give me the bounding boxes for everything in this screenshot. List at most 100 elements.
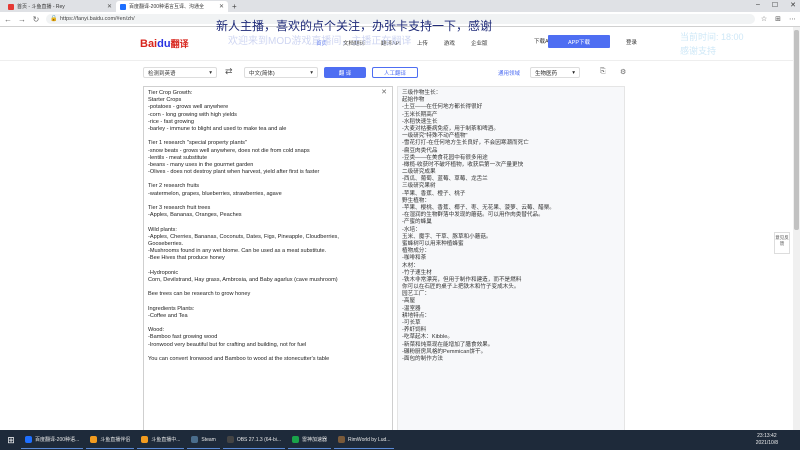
target-language-select[interactable]: 中文(简体) ▾: [244, 67, 318, 78]
source-line: Tier 1 research "special property plants…: [148, 140, 247, 147]
menu-icon[interactable]: ⋯: [789, 15, 796, 23]
source-line: [148, 298, 388, 305]
taskbar-clock[interactable]: 23:13:42 2021/10/8: [756, 433, 778, 447]
source-line: Gooseberries.: [148, 240, 184, 247]
source-line: -Olives - does not destroy plant when ha…: [148, 169, 320, 176]
source-line: Starter Crops: [148, 97, 182, 104]
source-line: Wild plants:: [148, 226, 177, 233]
app-icon: [25, 436, 32, 443]
refresh-icon[interactable]: ↻: [32, 15, 40, 24]
nav-item[interactable]: 上传: [417, 39, 428, 47]
close-tab-icon[interactable]: ✕: [219, 3, 224, 10]
translation-line: -土豆——在任何地方都长得很好: [402, 104, 483, 111]
forward-icon[interactable]: →: [18, 15, 26, 24]
taskbar-app-label: 斗鱼直播伴侣: [100, 437, 131, 443]
taskbar-app-label: OBS 27.1.3 (64-bi...: [236, 436, 282, 443]
taskbar-app[interactable]: 斗鱼直播伴侣: [86, 431, 135, 449]
taskbar-app[interactable]: OBS 27.1.3 (64-bi...: [222, 431, 286, 449]
translate-button[interactable]: 翻 译: [324, 67, 366, 78]
logo-text: Bai: [140, 38, 158, 50]
export-icon[interactable]: ⎘: [600, 68, 606, 76]
chevron-down-icon: ▾: [209, 69, 212, 76]
translation-line: -玉米长期高产: [402, 111, 438, 118]
source-line: -Apples, Bananas, Oranges, Peaches: [148, 212, 242, 219]
minimize-icon[interactable]: –: [756, 1, 760, 9]
star-icon[interactable]: ☆: [761, 15, 767, 23]
scrollbar-thumb[interactable]: [794, 30, 799, 230]
source-line: Bee trees can be research to grow honey: [148, 291, 251, 298]
translation-line: 三级研究果树: [402, 183, 436, 190]
page-scrollbar[interactable]: [793, 27, 800, 430]
app-download-button[interactable]: APP下载: [548, 35, 610, 48]
maximize-icon[interactable]: ☐: [772, 1, 778, 9]
source-line: -beans - many uses in the gourmet garden: [148, 161, 254, 168]
clock-date: 2021/10/8: [755, 440, 778, 446]
translation-line: 三级作物生长：: [402, 90, 442, 96]
domain-select[interactable]: 生物医药 ▾: [530, 67, 580, 78]
url-text: https://fanyi.baidu.com/#en/zh/: [60, 16, 135, 22]
translation-line: 园艺工厂：: [402, 291, 430, 298]
taskbar-app[interactable]: Steam: [187, 431, 220, 449]
source-line: -watermelon, grapes, blueberries, strawb…: [148, 190, 282, 197]
source-line: [148, 284, 388, 291]
translation-line: -苹果、香蕉、橙子、桃子: [402, 190, 466, 197]
translation-line: -扁豆肉类代品: [402, 147, 438, 154]
translation-line: 耕地特点：: [402, 312, 430, 319]
translation-line: -新菜和炖菜现在能增加了膳食效果。: [402, 341, 494, 348]
tab-baidu-translate[interactable]: 百度翻译-200种语言互译、沟通全 ✕: [116, 1, 228, 12]
translation-line: -温室器: [402, 305, 421, 312]
source-line: -rice - fast growing: [148, 118, 195, 125]
app-icon: [141, 436, 149, 443]
source-line: Wood:: [148, 327, 165, 334]
translation-line: -可长草: [402, 320, 421, 326]
source-language-select[interactable]: 检测到英语 ▾: [143, 67, 217, 78]
app-icon: [90, 436, 98, 443]
stream-overlay-side-text: 当前时间: 18:00: [680, 32, 744, 42]
translation-line: -咖啡和茶: [402, 255, 427, 262]
translation-text: 三级作物生长： 起始作物 -土豆——在任何地方都长得很好 -玉米长期高产 -水稻快速生长…: [402, 90, 620, 363]
source-line: Tier 3 research fruit trees: [148, 205, 211, 211]
login-link[interactable]: 登录: [626, 38, 637, 46]
taskbar-app[interactable]: RimWorld by Lud...: [334, 431, 395, 449]
translation-line: -豆类——在美食花园中有很多用途: [402, 154, 488, 161]
translation-line: 野生植物：: [402, 197, 430, 204]
new-tab-icon[interactable]: +: [232, 1, 237, 12]
swap-languages-icon[interactable]: ⇄: [225, 66, 233, 77]
baidu-translate-logo[interactable]: Baidu翻译: [140, 37, 189, 50]
translation-line: -雪花打打-在任何地方生长良好，不会因寒潮而死亡: [402, 140, 529, 147]
clear-text-icon[interactable]: ✕: [381, 88, 387, 96]
source-line: Corn, Devilstrand, Hay grass, Ambrosia, …: [148, 276, 338, 283]
taskbar-app[interactable]: 斗鱼直播中...: [137, 431, 185, 449]
lock-icon: 🔒: [50, 16, 58, 22]
source-line: [148, 219, 388, 226]
nav-item[interactable]: 企业版: [471, 39, 488, 47]
translation-line: 蜜蜂树可以用来种植蜂蜜: [402, 240, 464, 247]
back-icon[interactable]: ←: [4, 15, 12, 24]
domain-label: 通用领域: [498, 71, 521, 77]
extensions-icon[interactable]: ⊞: [775, 15, 781, 23]
translation-line: -竹子速生材: [402, 269, 432, 276]
source-line: Tier Crop Growth:: [148, 90, 193, 96]
tab-title: 首页 - 斗鱼直播 - Rey: [17, 4, 65, 10]
windows-start-icon[interactable]: ⊞: [4, 435, 18, 446]
source-line: -lentils - meat substitute: [148, 154, 208, 161]
tab-douyu[interactable]: 首页 - 斗鱼直播 - Rey ✕: [4, 1, 116, 12]
source-line: -Apples, Cherries, Bananas, Coconuts, Da…: [148, 233, 339, 240]
close-window-icon[interactable]: ✕: [790, 1, 796, 9]
translation-output: 三级作物生长： 起始作物 -土豆——在任何地方都长得很好 -玉米长期高产 -水稻快速生长…: [397, 86, 625, 430]
nav-item[interactable]: 游戏: [444, 39, 455, 47]
taskbar-app[interactable]: 百度翻译-200种语...: [21, 431, 84, 449]
source-line: -snow beats - grows well anywhere, does …: [148, 147, 310, 154]
source-line: -Mushrooms found in any wet biome. Can b…: [148, 248, 327, 255]
chevron-down-icon: ▾: [310, 69, 313, 76]
human-translate-button[interactable]: 人工翻译: [372, 67, 418, 78]
source-language-value: 检测到英语: [148, 70, 176, 77]
feedback-button[interactable]: 意见反馈: [774, 232, 790, 254]
app-icon: [226, 436, 234, 443]
source-text-area[interactable]: ✕ Tier Crop Growth: Starter Crops -potatoe…: [143, 86, 393, 430]
source-line: You can convert Ironwood and Bamboo to w…: [148, 355, 330, 362]
close-tab-icon[interactable]: ✕: [107, 3, 112, 10]
taskbar-app[interactable]: 雷神加速器: [288, 431, 332, 449]
settings-icon[interactable]: ⚙: [620, 68, 626, 76]
translation-line: -高屋: [402, 298, 416, 305]
